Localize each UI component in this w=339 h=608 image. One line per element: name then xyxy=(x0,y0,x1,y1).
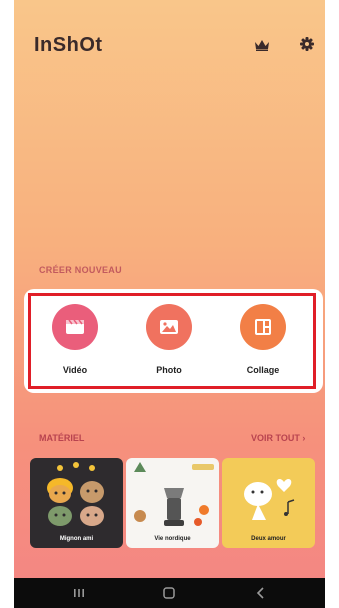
create-photo-button[interactable]: Photo xyxy=(129,304,209,375)
nordic-life-sticker-icon xyxy=(134,462,214,526)
crown-icon[interactable] xyxy=(254,38,270,56)
video-icon-circle xyxy=(52,304,98,350)
see-all-label: VOIR TOUT xyxy=(251,433,300,443)
system-nav-bar xyxy=(14,578,325,608)
photo-icon-circle xyxy=(146,304,192,350)
back-icon[interactable] xyxy=(254,586,268,605)
material-card-vie-nordique[interactable]: Vie nordique xyxy=(126,458,219,548)
create-video-label: Vidéo xyxy=(62,365,88,375)
clapperboard-icon xyxy=(66,319,84,334)
gear-icon[interactable] xyxy=(300,37,314,56)
material-card-mignon-ami[interactable]: Mignon ami xyxy=(30,458,123,548)
create-section-label: CRÉER NOUVEAU xyxy=(39,265,122,275)
chevron-right-icon: › xyxy=(302,433,306,443)
see-all-link[interactable]: VOIR TOUT › xyxy=(251,433,305,443)
material-caption: Vie nordique xyxy=(154,536,191,542)
home-button-icon[interactable] xyxy=(162,586,176,605)
material-caption: Mignon ami xyxy=(59,536,94,542)
recent-apps-icon[interactable] xyxy=(72,586,86,605)
materials-section-label: MATÉRIEL xyxy=(39,433,85,443)
image-icon xyxy=(160,320,178,334)
create-photo-label: Photo xyxy=(156,365,182,375)
home-screen: InShOt CRÉER NOUVEAU Vidéo Photo Collage… xyxy=(14,0,325,608)
cute-animals-sticker-icon xyxy=(47,462,104,526)
love-sticker-icon xyxy=(244,479,295,520)
app-title: InShOt xyxy=(34,34,103,56)
collage-layout-icon xyxy=(255,319,271,335)
material-card-deux-amour[interactable]: Deux amour xyxy=(222,458,315,548)
create-collage-button[interactable]: Collage xyxy=(223,304,303,375)
collage-icon-circle xyxy=(240,304,286,350)
material-caption: Deux amour xyxy=(251,536,286,542)
create-video-button[interactable]: Vidéo xyxy=(35,304,115,375)
create-collage-label: Collage xyxy=(246,365,280,375)
